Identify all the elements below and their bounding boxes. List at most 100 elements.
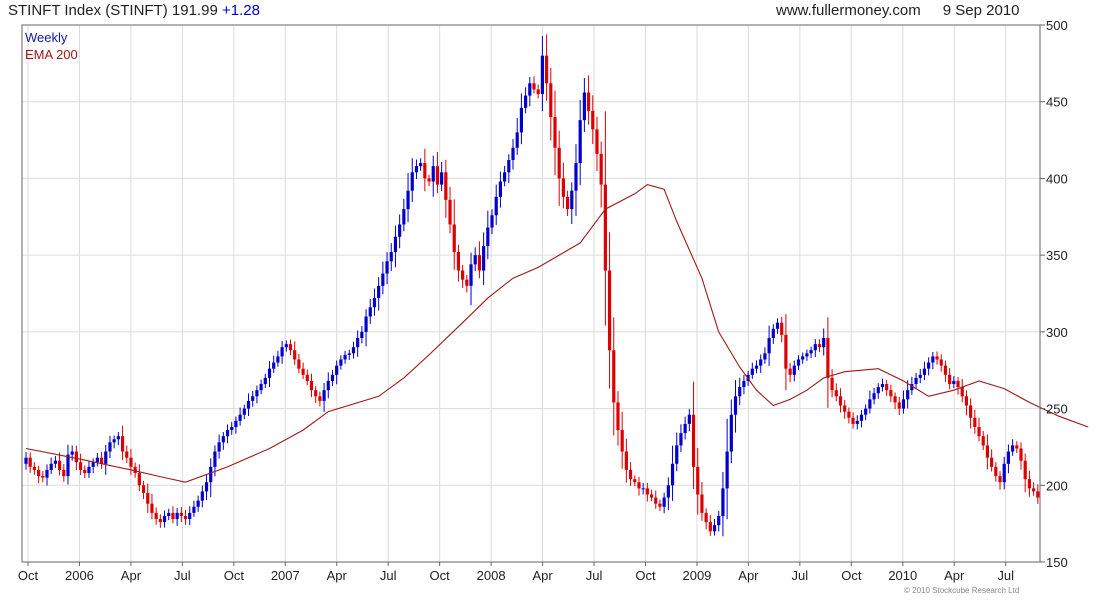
candle-body xyxy=(389,252,393,262)
candle-body xyxy=(74,451,78,463)
candle-body xyxy=(973,417,977,427)
candle-body xyxy=(49,463,53,470)
candle-body xyxy=(544,55,549,84)
candle-body xyxy=(440,172,444,185)
candle-body xyxy=(162,515,167,523)
candle-body xyxy=(553,117,557,148)
legend: Weekly EMA 200 xyxy=(25,30,78,62)
candle-body xyxy=(125,451,129,458)
candle-body xyxy=(83,469,87,474)
candle-body xyxy=(385,261,389,274)
candle-body xyxy=(528,83,532,96)
x-tick-label: 2007 xyxy=(271,568,300,583)
candle-body xyxy=(876,387,880,394)
candle-body xyxy=(612,350,616,403)
candle-body xyxy=(141,485,146,493)
x-tick-label: 2006 xyxy=(65,568,94,583)
candle-body xyxy=(456,252,461,271)
candle-body xyxy=(238,414,242,421)
x-tick-label: 2008 xyxy=(477,568,506,583)
candle-body xyxy=(322,390,326,401)
candle-body xyxy=(293,350,297,360)
candle-body xyxy=(398,224,402,237)
candle-body xyxy=(259,384,263,391)
x-tick-label: Oct xyxy=(841,568,862,583)
candle-body xyxy=(704,512,708,523)
candle-body xyxy=(532,83,536,90)
candle-body xyxy=(675,445,679,464)
x-tick-label: 2009 xyxy=(682,568,711,583)
candle-body xyxy=(41,476,45,478)
candle-body xyxy=(515,132,519,148)
candle-body xyxy=(620,430,624,452)
candle-body xyxy=(809,350,813,354)
candle-body xyxy=(918,374,922,378)
candle-body xyxy=(935,356,939,360)
candle-body xyxy=(792,365,796,375)
x-tick-label: Oct xyxy=(635,568,656,583)
candle-body xyxy=(45,469,49,478)
candle-body xyxy=(511,147,515,161)
candle-layer xyxy=(24,34,1040,537)
candle-body xyxy=(666,485,670,498)
candle-body xyxy=(301,368,305,375)
candle-body xyxy=(402,209,406,225)
candle-body xyxy=(721,488,725,516)
candle-body xyxy=(116,436,120,440)
candle-body xyxy=(288,344,293,351)
candle-body xyxy=(230,426,234,431)
candle-body xyxy=(1002,463,1006,483)
candle-body xyxy=(318,396,322,401)
candle-body xyxy=(188,512,192,520)
candle-body xyxy=(309,380,314,391)
candle-body xyxy=(767,337,771,354)
candle-body xyxy=(70,451,74,455)
candle-body xyxy=(1032,488,1036,492)
candle-body xyxy=(679,433,683,446)
candle-body xyxy=(599,153,603,185)
candle-body xyxy=(775,322,780,329)
x-tick-label: Oct xyxy=(430,568,451,583)
candle-body xyxy=(507,160,511,173)
candle-body xyxy=(893,396,897,403)
candle-body xyxy=(335,365,339,375)
candle-body xyxy=(889,390,893,397)
candle-body xyxy=(183,515,188,520)
candle-body xyxy=(595,129,599,154)
legend-weekly: Weekly xyxy=(25,30,68,45)
candle-body xyxy=(53,460,57,464)
candle-body xyxy=(171,512,175,520)
x-tick-label: Jul xyxy=(174,568,191,583)
candle-body xyxy=(137,473,141,486)
candle-body xyxy=(347,353,351,355)
candle-body xyxy=(952,380,956,385)
candle-body xyxy=(167,512,171,516)
candle-body xyxy=(104,451,108,464)
candle-body xyxy=(771,328,775,338)
candle-body xyxy=(805,353,809,357)
candle-body xyxy=(62,469,66,477)
candle-body xyxy=(95,457,99,463)
candle-body xyxy=(1015,445,1019,449)
candle-body xyxy=(570,190,574,210)
candle-body xyxy=(368,307,372,317)
candle-body xyxy=(452,224,456,253)
candle-body xyxy=(297,359,301,369)
candle-body xyxy=(801,356,805,360)
candle-body xyxy=(482,245,486,271)
candle-body xyxy=(221,436,225,443)
candle-body xyxy=(759,359,763,366)
x-tick-label: Apr xyxy=(121,568,142,583)
candle-body xyxy=(981,436,985,446)
candle-body xyxy=(725,451,729,489)
candle-body xyxy=(994,466,998,477)
x-tick-label: Jul xyxy=(997,568,1014,583)
y-tick-label: 300 xyxy=(1046,325,1068,340)
candle-body xyxy=(880,384,885,388)
candle-body xyxy=(696,466,700,495)
candle-body xyxy=(242,408,246,415)
candle-body xyxy=(414,166,419,173)
candle-body xyxy=(503,172,507,182)
candle-body xyxy=(204,482,209,492)
x-tick-label: Apr xyxy=(532,568,553,583)
